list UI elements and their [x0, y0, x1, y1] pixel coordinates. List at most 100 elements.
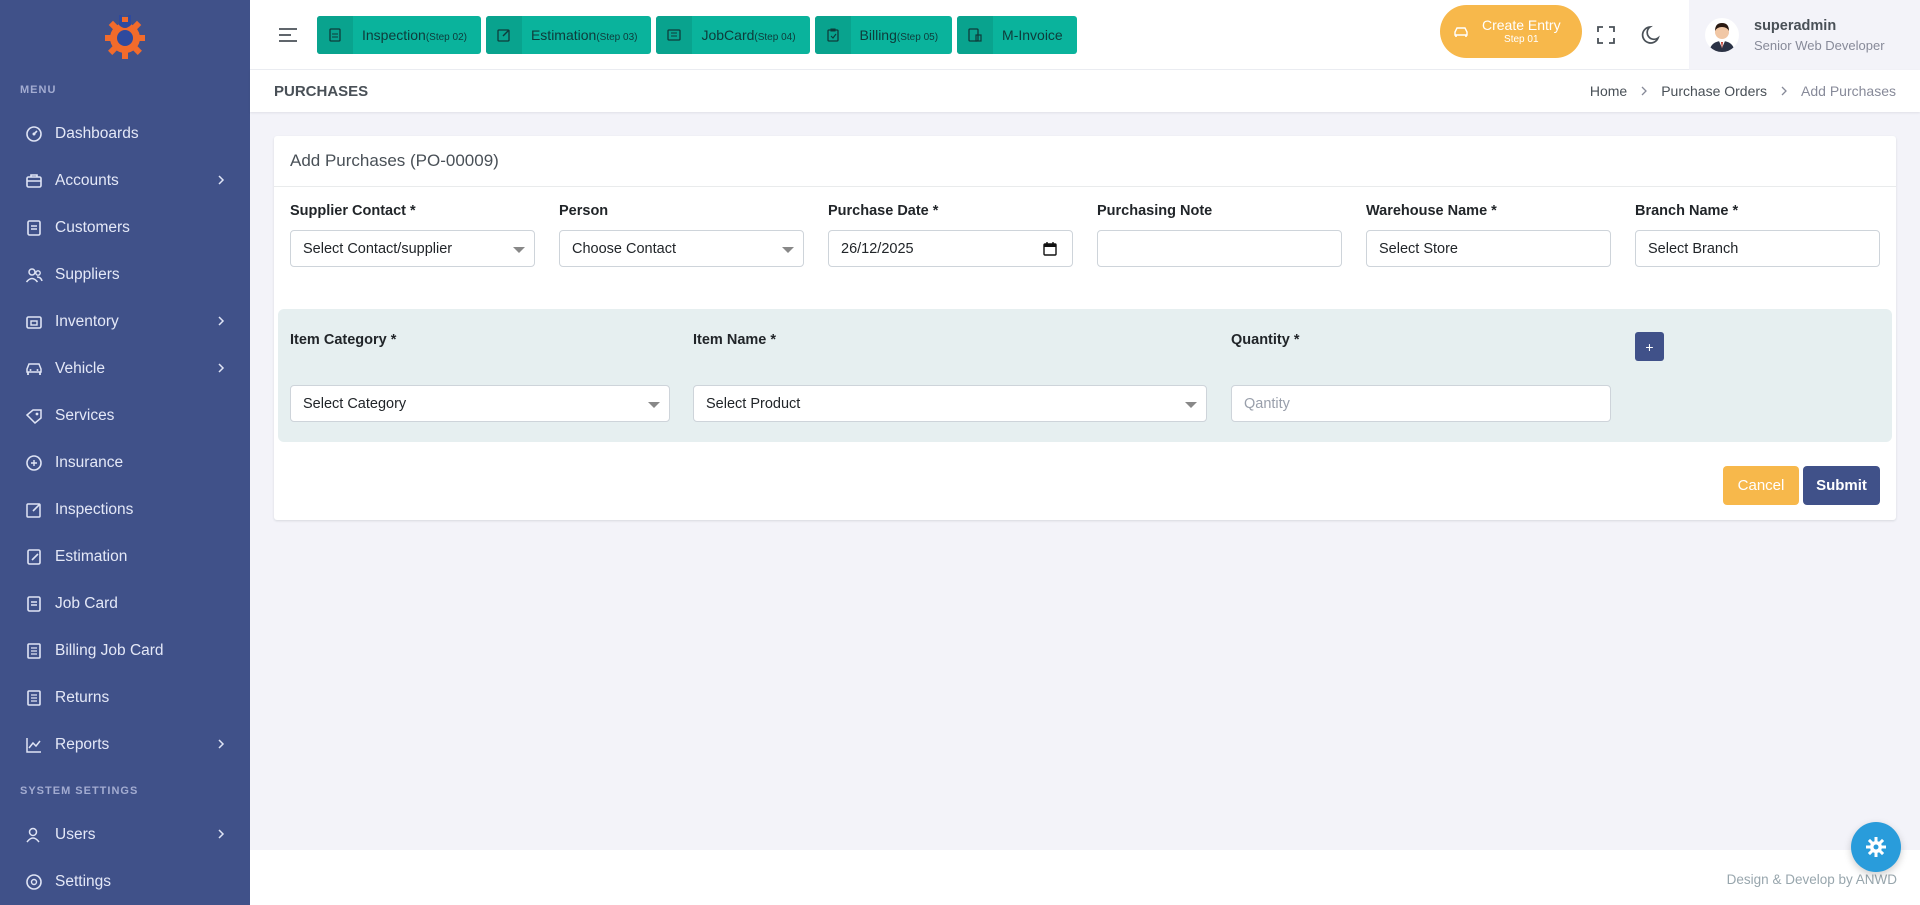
branch-select[interactable]: Select Branch — [1635, 230, 1880, 267]
edit-icon — [25, 501, 43, 519]
chevron-right-icon — [214, 361, 228, 375]
chevron-right-icon — [1639, 86, 1649, 96]
sidebar-item-users[interactable]: Users — [0, 811, 250, 858]
supplier-contact-value: Select Contact/supplier — [303, 240, 453, 257]
step-estimation-button[interactable]: Estimation(Step 03) — [485, 15, 652, 54]
sidebar-item-label: Services — [55, 406, 115, 424]
purchase-date-value: 26/12/2025 — [841, 240, 914, 257]
sidebar-item-accounts[interactable]: Accounts — [0, 157, 250, 204]
quantity-input[interactable]: Qantity — [1231, 385, 1611, 422]
sidebar-item-vehicle[interactable]: Vehicle — [0, 345, 250, 392]
sidebar-item-inventory[interactable]: Inventory — [0, 298, 250, 345]
step-jobcard-button[interactable]: JobCard(Step 04) — [656, 15, 810, 54]
person-select[interactable]: Choose Contact — [559, 230, 804, 267]
chevron-right-icon — [214, 314, 228, 328]
user-role: Senior Web Developer — [1754, 37, 1885, 53]
user-name: superadmin — [1754, 17, 1837, 34]
add-item-row-button[interactable]: + — [1635, 332, 1664, 361]
sidebar-item-label: Customers — [55, 218, 130, 236]
step-label: Inspection — [362, 26, 426, 43]
sidebar-item-label: Returns — [55, 688, 110, 706]
user-profile-dropdown[interactable]: superadmin Senior Web Developer — [1689, 0, 1920, 70]
person-value: Choose Contact — [572, 240, 676, 257]
caret-down-icon — [782, 247, 794, 253]
breadcrumb-home[interactable]: Home — [1590, 83, 1627, 99]
sidebar: MENU Dashboards Accounts Customers Suppl… — [0, 0, 250, 905]
sidebar-item-job-card[interactable]: Job Card — [0, 580, 250, 627]
car-icon — [1440, 24, 1482, 40]
breadcrumb-add-purchases: Add Purchases — [1801, 83, 1896, 99]
create-entry-button[interactable]: Create Entry Step 01 — [1440, 5, 1582, 58]
supplier-contact-select[interactable]: Select Contact/supplier — [290, 230, 535, 267]
chevron-right-icon — [214, 173, 228, 187]
hamburger-menu-icon[interactable] — [277, 24, 299, 46]
item-category-value: Select Category — [303, 395, 407, 412]
quantity-placeholder: Qantity — [1244, 395, 1290, 412]
dark-mode-moon-icon[interactable] — [1641, 24, 1663, 46]
sidebar-item-label: Estimation — [55, 547, 128, 565]
sidebar-item-customers[interactable]: Customers — [0, 204, 250, 251]
warehouse-value: Select Store — [1379, 240, 1458, 257]
fullscreen-icon[interactable] — [1595, 24, 1617, 46]
users-icon — [25, 266, 43, 284]
services-icon — [25, 407, 43, 425]
sidebar-item-label: Reports — [55, 735, 110, 753]
customizer-gear-button[interactable] — [1851, 822, 1901, 872]
sidebar-item-label: Billing Job Card — [55, 641, 164, 659]
step-m-invoice-button[interactable]: M-Invoice — [957, 15, 1077, 54]
add-purchase-card: Add Purchases (PO-00009) Supplier Contac… — [274, 136, 1896, 520]
breadcrumb-purchase-orders[interactable]: Purchase Orders — [1661, 83, 1767, 99]
chart-icon — [25, 736, 43, 754]
system-section-title: SYSTEM SETTINGS — [20, 785, 139, 797]
document-icon — [25, 595, 43, 613]
caret-down-icon — [1185, 402, 1197, 408]
warehouse-select[interactable]: Select Store — [1366, 230, 1611, 267]
sidebar-item-estimation[interactable]: Estimation — [0, 533, 250, 580]
step-label: Billing — [859, 26, 897, 43]
sidebar-item-settings[interactable]: Settings — [0, 858, 250, 905]
page-title-bar: PURCHASES Home Purchase Orders Add Purch… — [250, 70, 1920, 112]
settings-icon — [25, 873, 43, 891]
step-sub-label: (Step 04) — [754, 31, 796, 43]
logo-icon — [105, 15, 145, 59]
submit-button[interactable]: Submit — [1803, 466, 1880, 505]
calendar-icon[interactable] — [1042, 241, 1058, 257]
edit-icon — [485, 15, 522, 54]
purchasing-note-input[interactable] — [1097, 230, 1342, 267]
step-inspection-button[interactable]: Inspection(Step 02) — [317, 15, 481, 54]
step-sub-label: (Step 03) — [596, 31, 638, 43]
sidebar-item-returns[interactable]: Returns — [0, 674, 250, 721]
cancel-button[interactable]: Cancel — [1723, 466, 1799, 505]
sidebar-item-suppliers[interactable]: Suppliers — [0, 251, 250, 298]
menu-section-title: MENU — [20, 84, 57, 96]
car-icon — [25, 360, 43, 378]
dashboard-icon — [25, 125, 43, 143]
sidebar-item-label: Insurance — [55, 453, 124, 471]
chevron-right-icon — [214, 737, 228, 751]
sidebar-item-label: Accounts — [55, 171, 119, 189]
sidebar-item-label: Job Card — [55, 594, 118, 612]
file-icon — [317, 15, 353, 54]
list-icon — [25, 642, 43, 660]
inventory-icon — [25, 313, 43, 331]
step-billing-button[interactable]: Billing(Step 05) — [814, 15, 953, 54]
sidebar-item-billing-job-card[interactable]: Billing Job Card — [0, 627, 250, 674]
app-logo[interactable] — [0, 0, 250, 70]
sidebar-item-services[interactable]: Services — [0, 392, 250, 439]
item-name-select[interactable]: Select Product — [693, 385, 1207, 422]
item-name-value: Select Product — [706, 395, 801, 412]
gear-icon — [1865, 836, 1887, 858]
invoice-icon — [957, 15, 994, 54]
sidebar-item-insurance[interactable]: Insurance — [0, 439, 250, 486]
sidebar-item-dashboards[interactable]: Dashboards — [0, 110, 250, 157]
purchase-date-input[interactable]: 26/12/2025 — [828, 230, 1073, 267]
quantity-label: Quantity * — [1231, 332, 1300, 348]
sidebar-item-label: Inspections — [55, 500, 134, 518]
item-category-select[interactable]: Select Category — [290, 385, 670, 422]
user-icon — [25, 826, 43, 844]
create-entry-label: Create Entry — [1482, 16, 1561, 33]
step-label: Estimation — [530, 26, 597, 43]
sidebar-item-reports[interactable]: Reports — [0, 721, 250, 768]
sidebar-item-inspections[interactable]: Inspections — [0, 486, 250, 533]
purchasing-note-label: Purchasing Note — [1097, 203, 1213, 219]
